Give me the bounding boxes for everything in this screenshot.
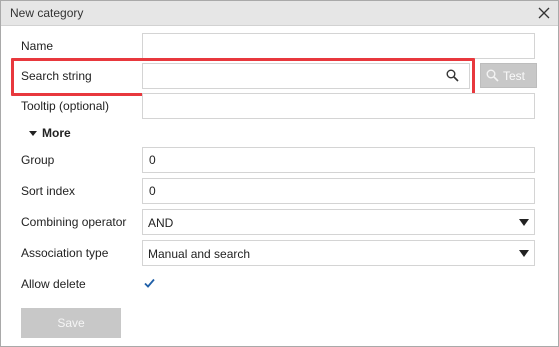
group-label: Group: [21, 153, 55, 167]
combining-operator-value: AND: [148, 216, 174, 230]
dialog-title: New category: [10, 6, 84, 20]
sort-index-input[interactable]: 0: [142, 178, 535, 204]
search-icon[interactable]: [446, 69, 459, 82]
group-input[interactable]: 0: [142, 147, 535, 173]
combining-operator-label: Combining operator: [21, 215, 127, 229]
checkmark-icon: [144, 278, 155, 288]
tooltip-input[interactable]: [142, 93, 535, 119]
more-label: More: [42, 126, 71, 140]
test-button-label: Test: [503, 69, 526, 83]
association-type-value: Manual and search: [148, 247, 251, 261]
combining-operator-select[interactable]: AND: [142, 209, 535, 235]
search-string-label: Search string: [21, 69, 92, 83]
test-button[interactable]: Test: [480, 63, 537, 88]
search-string-input[interactable]: [142, 63, 470, 89]
tooltip-label: Tooltip (optional): [21, 99, 110, 113]
chevron-down-icon: [519, 250, 529, 257]
close-icon[interactable]: [534, 3, 554, 23]
association-type-label: Association type: [21, 246, 109, 260]
magnifier-icon: [486, 69, 499, 82]
more-toggle[interactable]: More: [29, 126, 71, 140]
allow-delete-checkbox[interactable]: [142, 276, 157, 291]
dialog-window: New category Name Search string Test Too…: [0, 0, 559, 347]
name-input[interactable]: [142, 33, 535, 59]
name-label: Name: [21, 39, 54, 53]
triangle-down-icon: [29, 131, 37, 137]
sort-index-label: Sort index: [21, 184, 76, 198]
allow-delete-label: Allow delete: [21, 277, 86, 291]
save-button[interactable]: Save: [21, 308, 121, 338]
chevron-down-icon: [519, 219, 529, 226]
title-bar: New category: [1, 1, 558, 26]
association-type-select[interactable]: Manual and search: [142, 240, 535, 266]
